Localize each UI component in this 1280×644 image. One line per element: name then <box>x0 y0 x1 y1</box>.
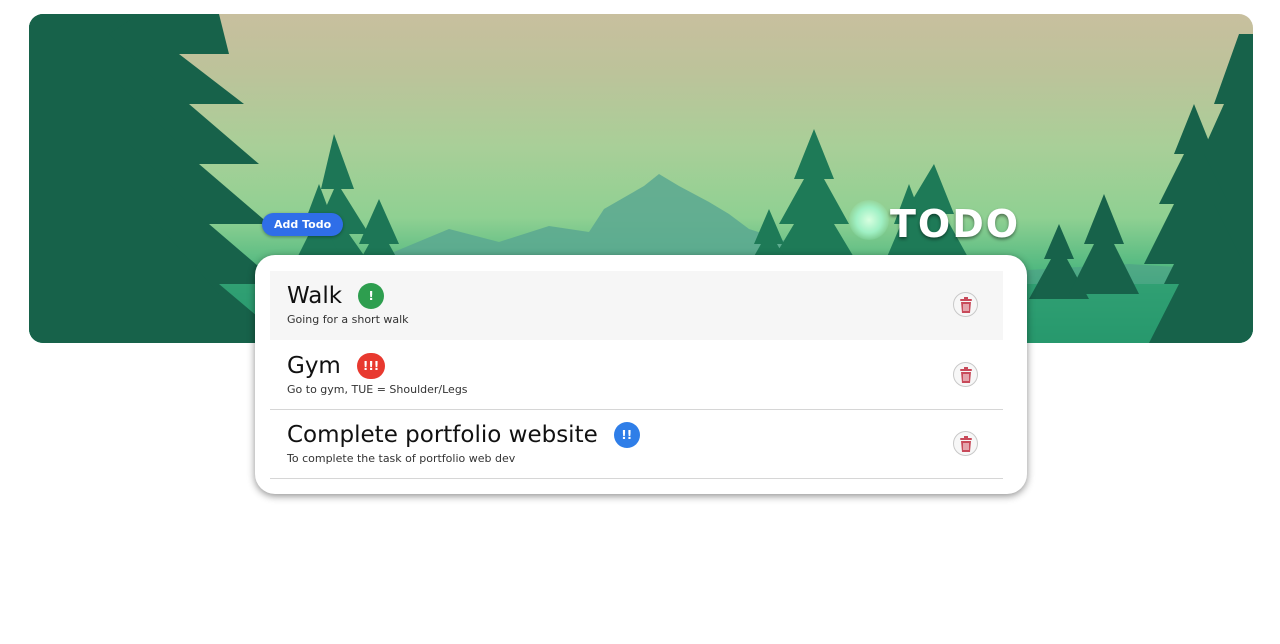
delete-todo-button[interactable] <box>953 431 978 456</box>
todo-title-row: Gym !!! <box>287 351 386 381</box>
todo-description: Going for a short walk <box>287 313 409 326</box>
todo-description: To complete the task of portfolio web de… <box>287 452 516 465</box>
todo-list-card: Walk ! Going for a short walk Gym !!! Go… <box>255 255 1027 494</box>
delete-todo-button[interactable] <box>953 292 978 317</box>
delete-todo-button[interactable] <box>953 362 978 387</box>
sun-glow <box>849 200 889 240</box>
add-todo-button[interactable]: Add Todo <box>262 213 344 236</box>
page: TODO Add Todo Walk ! Going for a short w… <box>0 0 1280 644</box>
todo-title: Gym <box>287 353 341 379</box>
priority-badge: ! <box>358 283 385 309</box>
priority-badge: !! <box>613 422 640 448</box>
todo-item[interactable]: Gym !!! Go to gym, TUE = Shoulder/Legs <box>270 341 1003 410</box>
trash-icon <box>959 435 972 452</box>
page-title: TODO <box>890 202 1021 246</box>
trash-icon <box>959 296 972 313</box>
todo-title: Walk <box>287 283 343 309</box>
priority-badge: !!! <box>356 353 386 379</box>
todo-title-row: Walk ! <box>287 281 385 311</box>
todo-description: Go to gym, TUE = Shoulder/Legs <box>287 383 468 396</box>
trash-icon <box>959 366 972 383</box>
todo-item[interactable]: Walk ! Going for a short walk <box>270 271 1003 340</box>
todo-item[interactable]: Complete portfolio website !! To complet… <box>270 410 1003 479</box>
todo-title: Complete portfolio website <box>287 422 598 448</box>
todo-title-row: Complete portfolio website !! <box>287 420 640 450</box>
